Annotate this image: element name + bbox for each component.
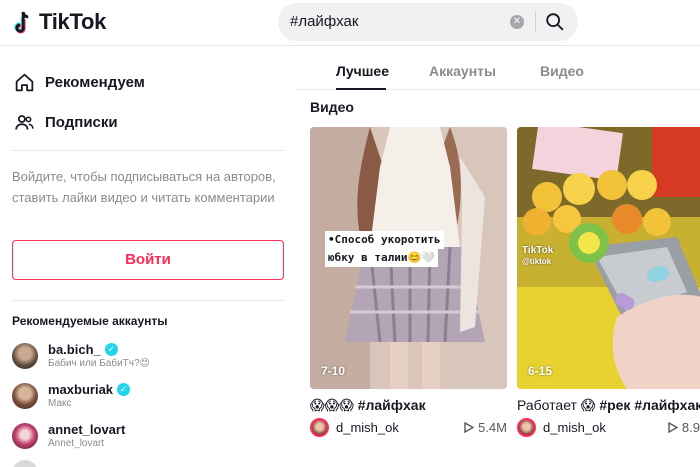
top-header: TikTok #лайфхак ✕ bbox=[0, 0, 700, 46]
video-meta: d_mish_ok 8.9 bbox=[517, 418, 700, 437]
video-caption[interactable]: Работает 😱 #рек #лайфхак bbox=[517, 397, 700, 414]
tab-videos[interactable]: Видео bbox=[540, 63, 584, 79]
clear-search-icon[interactable]: ✕ bbox=[510, 15, 524, 29]
tab-accounts[interactable]: Аккаунты bbox=[429, 63, 496, 79]
account-name: ba.bich_ ✓ bbox=[48, 342, 150, 357]
avatar[interactable] bbox=[517, 418, 536, 437]
search-divider bbox=[535, 12, 536, 32]
video-caption[interactable]: 😱😱😱 #лайфхак bbox=[310, 397, 426, 414]
tiktok-logo[interactable]: TikTok bbox=[14, 9, 106, 35]
section-title: Видео bbox=[310, 99, 354, 115]
video-card[interactable]: •Способ укоротить юбку в талии😊🤍 7-10 bbox=[310, 127, 507, 389]
tab-top[interactable]: Лучшее bbox=[336, 63, 389, 79]
sidebar: Рекомендуем Подписки Войдите, чтобы подп… bbox=[0, 46, 296, 467]
verified-badge-icon: ✓ bbox=[117, 383, 131, 396]
search-input[interactable]: #лайфхак bbox=[290, 13, 358, 30]
search-bar[interactable]: #лайфхак ✕ bbox=[278, 3, 578, 41]
avatar bbox=[12, 422, 38, 449]
sidebar-divider bbox=[12, 150, 284, 151]
login-hint-text: Войдите, чтобы подписываться на авторов,… bbox=[12, 169, 276, 205]
recommended-accounts-title: Рекомендуемые аккаунты bbox=[12, 314, 168, 328]
avatar bbox=[12, 342, 38, 369]
account-subtitle: Annet_lovart bbox=[48, 438, 105, 449]
account-username: annet_lovart bbox=[48, 422, 126, 437]
caption-prefix: Работает 😱 bbox=[517, 397, 596, 413]
video-overlay-line: •Способ укоротить bbox=[325, 231, 444, 249]
play-icon bbox=[464, 422, 475, 433]
account-name: maxburiak ✓ bbox=[48, 382, 131, 397]
account-username: maxburiak bbox=[48, 382, 114, 397]
sidebar-divider bbox=[12, 300, 284, 301]
active-tab-indicator bbox=[336, 88, 386, 90]
home-icon bbox=[15, 73, 34, 92]
search-icon[interactable] bbox=[544, 11, 566, 33]
video-part-count: 7-10 bbox=[321, 364, 346, 378]
avatar bbox=[12, 382, 38, 409]
avatar bbox=[12, 460, 38, 467]
video-part-count: 6-15 bbox=[528, 364, 553, 378]
play-icon bbox=[668, 422, 678, 433]
author-name[interactable]: d_mish_ok bbox=[336, 420, 399, 435]
logo-text: TikTok bbox=[39, 9, 107, 34]
avatar[interactable] bbox=[310, 418, 329, 437]
sidebar-item-label: Подписки bbox=[45, 114, 118, 131]
account-subtitle: Макс bbox=[48, 398, 72, 409]
author-name[interactable]: d_mish_ok bbox=[543, 420, 606, 435]
account-item[interactable]: ba.bich_ ✓ Бабич или БабиТч?😊 bbox=[12, 342, 150, 369]
caption-emoji: 😱😱😱 bbox=[310, 397, 354, 413]
video-card[interactable]: TikTok @tiktok 6-15 bbox=[517, 127, 700, 389]
tiktok-logo-icon bbox=[14, 11, 29, 34]
login-button[interactable]: Войти bbox=[12, 240, 284, 280]
account-username: ba.bich_ bbox=[48, 342, 101, 357]
sidebar-item-label: Рекомендуем bbox=[45, 74, 145, 91]
view-count: 5.4M bbox=[464, 420, 507, 435]
watermark-handle: @tiktok bbox=[522, 257, 552, 266]
account-name: annet_lovart bbox=[48, 422, 125, 437]
tiktok-watermark: TikTok @tiktok bbox=[522, 245, 553, 267]
account-item[interactable]: annet_lovart Annet_lovart bbox=[12, 422, 125, 449]
watermark-text: TikTok bbox=[522, 245, 554, 256]
views-value: 8.9 bbox=[681, 420, 700, 435]
sidebar-item-following[interactable]: Подписки bbox=[14, 112, 118, 133]
account-subtitle: Бабич или БабиТч?😊 bbox=[48, 358, 150, 369]
video-meta: d_mish_ok 5.4M bbox=[310, 418, 507, 437]
views-value: 5.4M bbox=[478, 420, 507, 435]
view-count: 8.9 bbox=[668, 420, 700, 435]
video-overlay-line: юбку в талии😊🤍 bbox=[325, 249, 438, 267]
caption-hashtag[interactable]: #лайфхак bbox=[358, 397, 426, 413]
sidebar-item-recommended[interactable]: Рекомендуем bbox=[14, 72, 145, 93]
account-item[interactable]: maxburiak ✓ Макс bbox=[12, 382, 131, 409]
account-item-partial[interactable] bbox=[12, 460, 38, 467]
verified-badge-icon: ✓ bbox=[104, 343, 118, 356]
following-icon bbox=[15, 115, 34, 130]
caption-hashtag[interactable]: #рек #лайфхак bbox=[599, 397, 700, 413]
search-tabs: Лучшее Аккаунты Видео bbox=[296, 46, 700, 90]
